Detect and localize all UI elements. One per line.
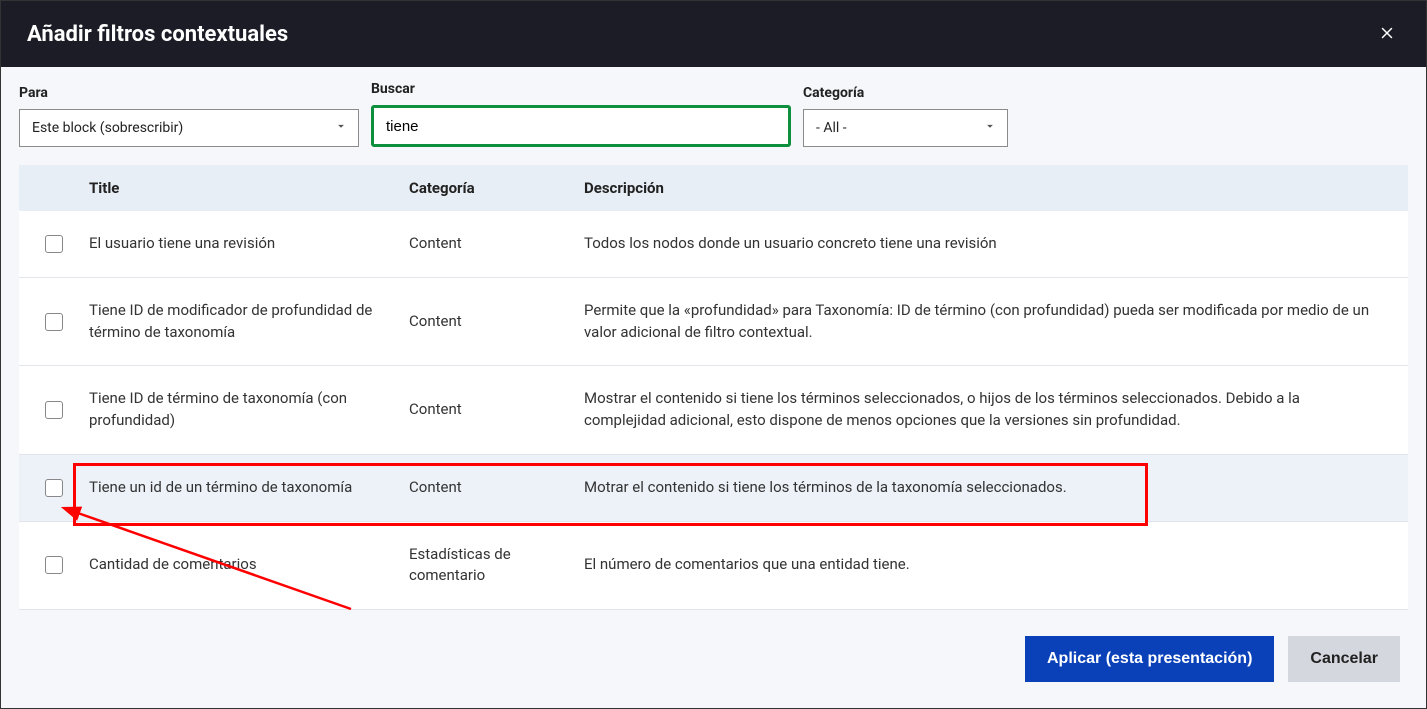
para-label: Para xyxy=(19,85,359,101)
table-header: Title Categoría Descripción xyxy=(19,165,1408,211)
categoria-label: Categoría xyxy=(803,85,1008,101)
table-row[interactable]: Cantidad de comentariosEstadísticas de c… xyxy=(19,522,1408,611)
modal-dialog: Añadir filtros contextuales Para Este bl… xyxy=(0,0,1427,709)
row-description: Todos los nodos donde un usuario concret… xyxy=(584,233,1408,255)
field-para: Para Este block (sobrescribir) xyxy=(19,85,359,147)
footer-actions: Aplicar (esta presentación) Cancelar xyxy=(1,620,1426,708)
row-checkbox[interactable] xyxy=(45,401,63,419)
para-value: Este block (sobrescribir) xyxy=(32,120,183,136)
table-row[interactable]: Tiene un id de un término de taxonomíaCo… xyxy=(19,455,1408,522)
row-checkbox[interactable] xyxy=(45,313,63,331)
row-description: Mostrar el contenido si tiene los términ… xyxy=(584,388,1408,432)
row-checkbox-cell xyxy=(19,401,89,419)
close-icon xyxy=(1378,30,1396,45)
row-description: Motrar el contenido si tiene los término… xyxy=(584,477,1408,499)
row-checkbox-cell xyxy=(19,479,89,497)
row-title: Tiene ID de término de taxonomía (con pr… xyxy=(89,388,409,432)
row-checkbox[interactable] xyxy=(45,235,63,253)
chevron-down-icon xyxy=(983,119,997,137)
filters-bar: Para Este block (sobrescribir) Buscar Ca… xyxy=(1,67,1426,165)
row-category: Estadísticas de comentario xyxy=(409,544,584,588)
row-description: Permite que la «profundidad» para Taxono… xyxy=(584,300,1408,344)
row-title: Tiene un id de un término de taxonomía xyxy=(89,477,409,499)
categoria-value: - All - xyxy=(816,120,847,136)
col-header-category: Categoría xyxy=(409,179,584,197)
row-checkbox-cell xyxy=(19,313,89,331)
row-category: Content xyxy=(409,399,584,421)
row-checkbox-cell xyxy=(19,235,89,253)
row-checkbox-cell xyxy=(19,556,89,574)
col-header-checkbox xyxy=(19,179,89,197)
close-button[interactable] xyxy=(1374,20,1400,49)
field-categoria: Categoría - All - xyxy=(803,85,1008,147)
row-title: El usuario tiene una revisión xyxy=(89,233,409,255)
row-description: El número de comentarios que una entidad… xyxy=(584,554,1408,576)
table-body: El usuario tiene una revisiónContentTodo… xyxy=(19,211,1408,610)
categoria-select[interactable]: - All - xyxy=(803,109,1008,147)
row-title: Cantidad de comentarios xyxy=(89,554,409,576)
table-row[interactable]: El usuario tiene una revisiónContentTodo… xyxy=(19,211,1408,278)
search-input-wrap xyxy=(371,105,791,147)
row-category: Content xyxy=(409,311,584,333)
chevron-down-icon xyxy=(334,119,348,137)
row-title: Tiene ID de modificador de profundidad d… xyxy=(89,300,409,344)
col-header-description: Descripción xyxy=(584,179,1408,197)
modal-header: Añadir filtros contextuales xyxy=(1,1,1426,67)
apply-button[interactable]: Aplicar (esta presentación) xyxy=(1025,636,1274,682)
row-checkbox[interactable] xyxy=(45,479,63,497)
field-buscar: Buscar xyxy=(371,81,791,147)
search-input[interactable] xyxy=(386,118,776,135)
row-category: Content xyxy=(409,233,584,255)
col-header-title: Title xyxy=(89,179,409,197)
results-area: Title Categoría Descripción El usuario t… xyxy=(19,165,1408,610)
row-checkbox[interactable] xyxy=(45,556,63,574)
para-select[interactable]: Este block (sobrescribir) xyxy=(19,109,359,147)
cancel-button[interactable]: Cancelar xyxy=(1288,636,1400,682)
buscar-label: Buscar xyxy=(371,81,791,97)
results-table: Title Categoría Descripción El usuario t… xyxy=(19,165,1408,610)
table-row[interactable]: Tiene ID de modificador de profundidad d… xyxy=(19,278,1408,367)
row-category: Content xyxy=(409,477,584,499)
modal-title: Añadir filtros contextuales xyxy=(27,22,288,47)
table-row[interactable]: Tiene ID de término de taxonomía (con pr… xyxy=(19,366,1408,455)
